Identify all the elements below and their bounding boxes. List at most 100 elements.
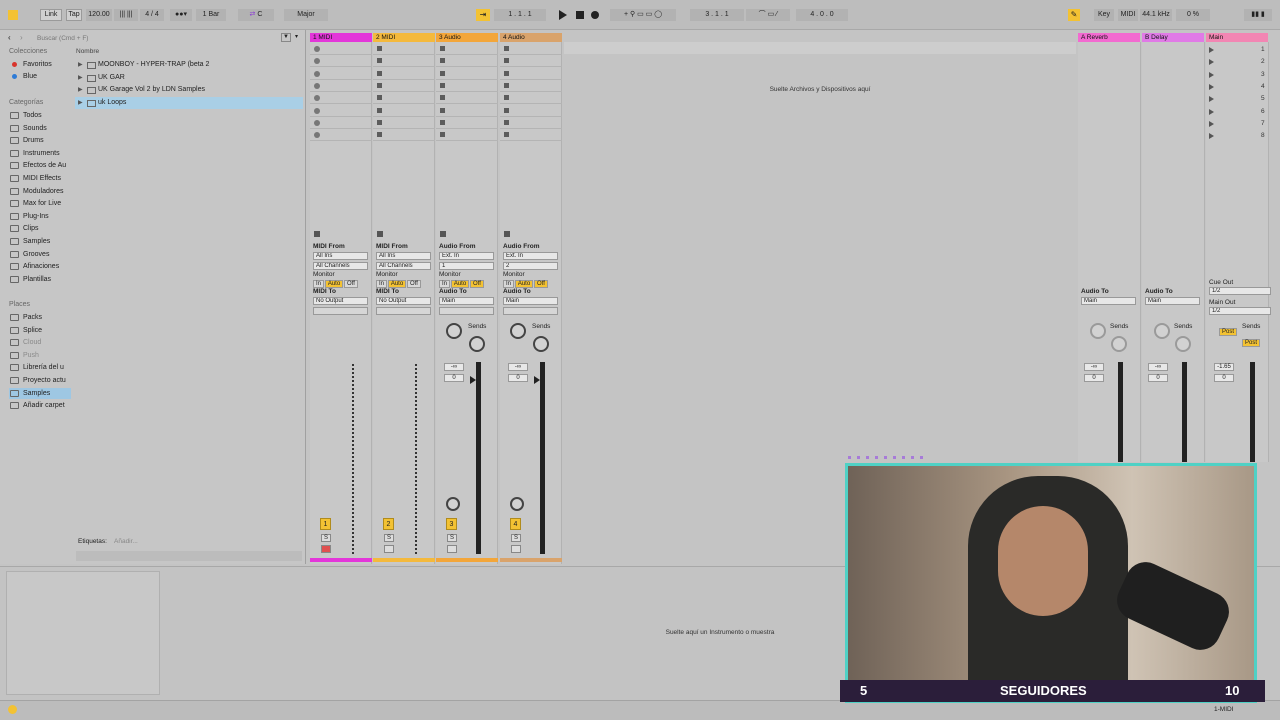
record-slot-icon[interactable]: [314, 95, 320, 102]
category-item-7[interactable]: Max for Live: [9, 198, 71, 209]
place-item-6[interactable]: Samples: [9, 387, 71, 399]
scene-launch-icon[interactable]: [1209, 133, 1214, 140]
output-channel-field[interactable]: [313, 307, 368, 315]
category-item-8[interactable]: Plug-Ins: [9, 211, 71, 222]
category-item-11[interactable]: Grooves: [9, 249, 71, 260]
solo-button[interactable]: S: [447, 534, 457, 542]
stop-slot-icon[interactable]: [440, 82, 445, 88]
clip-slot[interactable]: [436, 55, 498, 68]
record-slot-icon[interactable]: [314, 46, 320, 52]
tags-add-field[interactable]: Añadir...: [114, 538, 138, 545]
file-row[interactable]: ▶ MOONBOY - HYPER-TRAP (beta 2: [75, 59, 303, 71]
clip-slot[interactable]: [436, 92, 498, 105]
input-channel-select[interactable]: All Channels: [376, 262, 431, 270]
return-send-a-knob[interactable]: [1090, 323, 1106, 339]
clip-slot[interactable]: [373, 68, 435, 80]
send-a-knob[interactable]: [510, 323, 526, 339]
stop-slot-icon[interactable]: [440, 95, 445, 101]
place-item-4[interactable]: Librería del u: [9, 362, 71, 373]
record-icon[interactable]: [591, 11, 599, 19]
input-channel-select[interactable]: 2: [503, 262, 558, 270]
arm-button[interactable]: [321, 545, 331, 553]
category-item-3[interactable]: Instruments: [9, 148, 71, 159]
quantize-select[interactable]: 1 Bar: [196, 9, 226, 21]
monitor-off-button[interactable]: Off: [470, 280, 484, 288]
main-pan-field[interactable]: 0: [1214, 374, 1234, 382]
place-item-5[interactable]: Proyecto actu: [9, 375, 71, 386]
clip-slot[interactable]: [500, 55, 562, 68]
expand-arrow-icon[interactable]: ▶: [78, 84, 83, 96]
preview-waveform[interactable]: [76, 551, 302, 561]
stop-slot-icon[interactable]: [377, 46, 382, 51]
play-icon[interactable]: [559, 10, 567, 20]
category-item-6[interactable]: Moduladores: [9, 186, 71, 197]
monitor-in-button[interactable]: In: [376, 280, 387, 288]
return-volume-field[interactable]: -∞: [1084, 363, 1104, 371]
clip-slot[interactable]: [500, 105, 562, 117]
return-header-0[interactable]: A Reverb: [1078, 33, 1140, 42]
return-pan-field[interactable]: 0: [1148, 374, 1168, 382]
link-button[interactable]: Link: [40, 9, 62, 21]
return-send-b-knob[interactable]: [1111, 336, 1127, 352]
clip-slot[interactable]: [500, 80, 562, 92]
output-channel-field[interactable]: [376, 307, 431, 315]
clip-slot[interactable]: [310, 55, 372, 68]
post-button-b[interactable]: Post: [1242, 339, 1260, 347]
track-activator-button[interactable]: 1: [320, 518, 331, 530]
stop-clips-icon[interactable]: [440, 231, 446, 237]
clip-slot[interactable]: [436, 68, 498, 80]
category-item-4[interactable]: Efectos de Au: [9, 160, 71, 171]
monitor-in-button[interactable]: In: [503, 280, 514, 288]
arm-button[interactable]: [384, 545, 394, 553]
stop-slot-icon[interactable]: [377, 58, 382, 64]
stop-slot-icon[interactable]: [377, 95, 382, 101]
category-item-2[interactable]: Drums: [9, 135, 71, 146]
session-drop-zone[interactable]: Suelte Archivos y Dispositivos aquí: [564, 86, 1076, 93]
volume-field[interactable]: -∞: [444, 363, 464, 371]
stop-slot-icon[interactable]: [377, 82, 382, 88]
return-send-a-knob[interactable]: [1154, 323, 1170, 339]
category-item-5[interactable]: MIDI Effects: [9, 173, 71, 184]
time-signature-field[interactable]: 4 / 4: [140, 9, 164, 21]
stop-slot-icon[interactable]: [440, 58, 445, 64]
send-a-knob[interactable]: [446, 323, 462, 339]
stop-clips-icon[interactable]: [504, 231, 510, 237]
clip-slot[interactable]: [373, 43, 435, 55]
clip-slot[interactable]: [373, 80, 435, 92]
send-b-knob[interactable]: [533, 336, 549, 352]
arm-button[interactable]: [447, 545, 457, 553]
scene-launch-icon[interactable]: [1209, 47, 1214, 53]
clip-slot[interactable]: [310, 92, 372, 105]
clip-slot[interactable]: [373, 55, 435, 68]
place-item-0[interactable]: Packs: [9, 312, 71, 323]
pan-field[interactable]: 0: [444, 374, 464, 382]
cue-out-select[interactable]: 1/2: [1209, 287, 1271, 295]
stop-slot-icon[interactable]: [504, 119, 509, 125]
stop-slot-icon[interactable]: [504, 132, 509, 138]
output-select[interactable]: No Output: [313, 297, 368, 305]
dropdown-icon[interactable]: ▾: [295, 33, 298, 40]
input-source-select[interactable]: Ext. In: [503, 252, 558, 260]
category-item-10[interactable]: Samples: [9, 236, 71, 247]
pan-knob[interactable]: [510, 497, 524, 511]
category-item-9[interactable]: Clips: [9, 223, 71, 234]
loop-start-field[interactable]: 3 . 1 . 1: [690, 9, 744, 21]
file-row[interactable]: ▶ UK GAR: [75, 72, 303, 84]
main-out-select[interactable]: 1/2: [1209, 307, 1271, 315]
output-channel-field[interactable]: [439, 307, 494, 315]
status-info-icon[interactable]: [8, 705, 17, 714]
back-arrow-icon[interactable]: ‹: [8, 33, 11, 42]
pan-field[interactable]: 0: [508, 374, 528, 382]
overdub-controls-icon[interactable]: + ⚲ ▭ ▭ ◯: [610, 9, 676, 21]
track-header-2[interactable]: 2 MIDI: [373, 33, 435, 42]
clip-slot[interactable]: [310, 105, 372, 117]
metronome-icon[interactable]: ||| |||: [114, 9, 138, 21]
monitor-off-button[interactable]: Off: [344, 280, 358, 288]
input-channel-select[interactable]: 1: [439, 262, 494, 270]
monitor-off-button[interactable]: Off: [534, 280, 548, 288]
solo-button[interactable]: S: [384, 534, 394, 542]
solo-button[interactable]: S: [511, 534, 521, 542]
input-source-select[interactable]: All Ins: [376, 252, 431, 260]
category-item-12[interactable]: Afinaciones: [9, 261, 71, 272]
pan-knob[interactable]: [446, 497, 460, 511]
